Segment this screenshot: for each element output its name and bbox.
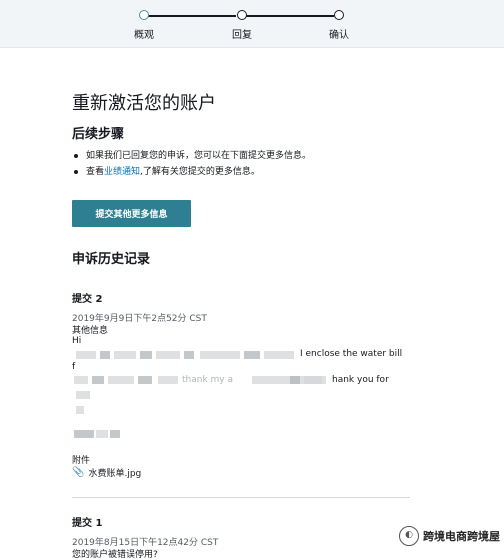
- paperclip-icon: 📎: [72, 467, 85, 478]
- attachment-filename: 水费账单.jpg: [88, 469, 142, 479]
- bullet-text-prefix: 查看: [86, 167, 105, 177]
- list-item: 如果我们已回复您的申诉，您可以在下面提交更多信息。: [72, 148, 311, 164]
- wechat-logo-icon: ◐: [399, 526, 419, 546]
- submission-heading: 提交 2: [72, 294, 103, 305]
- submission-heading: 提交 1: [72, 518, 103, 529]
- redacted-text: [72, 391, 92, 399]
- bullet-text: 如果我们已回复您的申诉，您可以在下面提交更多信息。: [86, 151, 312, 161]
- step-label-overview: 概观: [134, 30, 154, 41]
- submit-more-info-button[interactable]: 提交其他更多信息: [72, 200, 191, 227]
- redacted-text: [72, 351, 312, 359]
- next-steps-heading: 后续步骤: [72, 127, 125, 142]
- redacted-text: [72, 406, 88, 414]
- step-marker-overview: [139, 10, 149, 20]
- message-greeting: Hi: [72, 336, 82, 346]
- watermark-text: 跨境电商跨境屋: [423, 530, 500, 543]
- watermark: ◐ 跨境电商跨境屋: [399, 526, 500, 546]
- message-line: thank my a: [182, 375, 233, 385]
- progress-stepper: 概观 回复 确认: [0, 0, 504, 48]
- message-line: hank you for: [332, 375, 389, 385]
- submission-type: 您的账户被错误停用?: [72, 550, 158, 560]
- appeal-history-heading: 申诉历史记录: [72, 252, 151, 267]
- step-label-reply: 回复: [232, 30, 252, 41]
- page-title: 重新激活您的账户: [72, 93, 216, 114]
- step-label-confirm: 确认: [329, 30, 349, 41]
- divider: [72, 497, 410, 498]
- message-line: I enclose the water bill: [300, 349, 403, 359]
- list-item: 查看业绩通知,了解有关您提交的更多信息。: [72, 164, 311, 180]
- bullet-text-suffix: ,了解有关您提交的更多信息。: [140, 167, 260, 177]
- step-connector: [148, 15, 236, 17]
- redacted-signature: [72, 430, 132, 438]
- step-marker-reply: [237, 10, 247, 20]
- attachment-file[interactable]: 📎 水费账单.jpg: [72, 466, 141, 479]
- performance-notifications-link[interactable]: 业绩通知: [104, 167, 140, 177]
- message-line: f: [72, 362, 76, 372]
- next-steps-list: 如果我们已回复您的申诉，您可以在下面提交更多信息。 查看业绩通知,了解有关您提交…: [72, 148, 311, 180]
- attachments-label: 附件: [72, 456, 91, 466]
- step-marker-confirm: [334, 10, 344, 20]
- step-connector: [246, 15, 334, 17]
- submission-type: 其他信息: [72, 326, 109, 336]
